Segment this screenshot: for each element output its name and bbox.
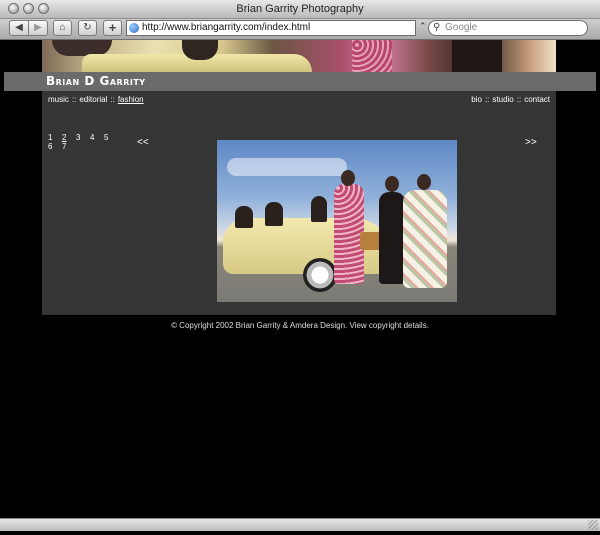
page-link-4[interactable]: 4	[90, 133, 104, 142]
nav-link-contact[interactable]: contact	[524, 95, 550, 104]
resize-grip-icon[interactable]	[588, 520, 598, 530]
globe-icon	[129, 23, 139, 33]
page-viewport: Brian D Garrity music:: editorial:: fashio…	[0, 40, 600, 518]
nav-link-music[interactable]: music	[48, 95, 69, 104]
address-bar[interactable]: http://www.briangarrity.com/index.html	[126, 20, 416, 36]
site-title: Brian D Garrity	[46, 74, 146, 88]
browser-toolbar: ◀ ▶ ⌂ ↻ + http://www.briangarrity.com/in…	[0, 19, 600, 40]
url-text: http://www.briangarrity.com/index.html	[142, 22, 311, 33]
photo-head	[385, 176, 399, 192]
banner-figure	[452, 40, 502, 72]
search-icon: ⚲	[433, 22, 441, 33]
plus-icon: +	[108, 20, 117, 35]
search-field[interactable]: ⚲ Google	[428, 20, 588, 36]
photo-woman-white-dress	[403, 190, 447, 288]
back-button[interactable]: ◀	[9, 20, 29, 36]
nav-link-editorial[interactable]: editorial	[79, 95, 107, 104]
photo-head	[341, 170, 355, 186]
reload-button[interactable]: ↻	[78, 20, 97, 36]
home-button[interactable]: ⌂	[53, 20, 72, 36]
page-link-3[interactable]: 3	[76, 133, 90, 142]
photo-person	[311, 196, 327, 222]
copyright-footer: © Copyright 2002 Brian Garrity & Amdera …	[171, 321, 429, 330]
page-link-6[interactable]: 6	[48, 142, 62, 151]
content-panel: music:: editorial:: fashion bio:: studio:: c…	[42, 91, 556, 315]
banner-figure	[182, 40, 218, 60]
photo-person	[265, 202, 283, 226]
nav-link-studio[interactable]: studio	[492, 95, 513, 104]
page-numbers: 12345 67	[48, 133, 128, 151]
nav-link-bio[interactable]: bio	[471, 95, 482, 104]
back-arrow-icon: ◀	[15, 22, 23, 33]
header-banner-photo	[42, 40, 556, 72]
nav-separator: ::	[110, 95, 115, 104]
site-name-bar: Brian D Garrity	[4, 72, 596, 91]
photo-cloud	[227, 158, 347, 176]
nav-separator: ::	[71, 95, 77, 104]
previous-button[interactable]: <<	[137, 137, 149, 148]
forward-arrow-icon: ▶	[34, 22, 42, 33]
page-link-1[interactable]: 1	[48, 133, 62, 142]
nav-link-fashion[interactable]: fashion	[118, 95, 144, 104]
info-nav: bio:: studio:: contact	[471, 95, 550, 104]
title-bar: Brian Garrity Photography	[0, 0, 600, 19]
window-title: Brian Garrity Photography	[236, 3, 364, 15]
horizontal-scrollbar[interactable]	[0, 518, 600, 531]
photo-person	[235, 206, 253, 228]
nav-separator: ::	[516, 95, 522, 104]
chevron-icon[interactable]: ⌃	[419, 21, 427, 32]
browser-window: Brian Garrity Photography ◀ ▶ ⌂ ↻ + http…	[0, 0, 600, 535]
add-bookmark-button[interactable]: +	[103, 20, 122, 36]
page-link-5[interactable]: 5	[104, 133, 118, 142]
reload-icon: ↻	[83, 22, 92, 33]
forward-button[interactable]: ▶	[28, 20, 48, 36]
page-link-2[interactable]: 2	[62, 133, 76, 142]
photo-wheel	[303, 258, 337, 292]
photo-head	[417, 174, 431, 190]
home-icon: ⌂	[59, 22, 66, 33]
photo-woman-black-dress	[379, 192, 405, 284]
page-link-7[interactable]: 7	[62, 142, 76, 151]
next-button[interactable]: >>	[525, 137, 537, 148]
nav-separator: ::	[484, 95, 490, 104]
banner-dress	[352, 40, 392, 72]
search-placeholder: Google	[445, 22, 478, 33]
fashion-photo	[217, 140, 457, 302]
category-nav: music:: editorial:: fashion	[48, 95, 144, 104]
